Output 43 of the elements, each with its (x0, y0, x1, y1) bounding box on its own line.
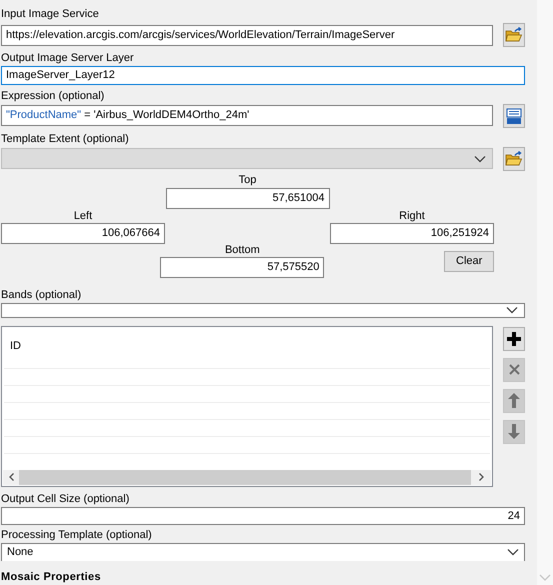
expression-field[interactable]: "ProductName" = 'Airbus_WorldDEM4Ortho_24m' (1, 105, 493, 126)
chevron-down-icon (507, 548, 519, 556)
bottom-field[interactable]: 57,575520 (160, 256, 324, 278)
chevron-down-icon (506, 306, 518, 314)
bands-dropdown[interactable] (1, 302, 525, 318)
scroll-down-icon (539, 574, 551, 582)
left-field[interactable]: 106,067664 (1, 222, 165, 244)
input-field[interactable]: ImageServer_Layer12 (1, 66, 525, 84)
right-label: Right (399, 210, 425, 222)
top-label: Top (238, 174, 256, 186)
sql-button[interactable] (503, 104, 525, 128)
input-field[interactable]: 24 (1, 506, 525, 525)
folder-icon (505, 27, 523, 43)
left-label: Left (74, 210, 92, 222)
clear-button[interactable]: Clear (444, 250, 494, 272)
browse-button[interactable] (503, 146, 525, 170)
band-item[interactable]: ID (10, 340, 21, 352)
scroll-right-icon (478, 473, 484, 481)
scroll-left-icon (8, 473, 14, 481)
add-button[interactable] (503, 326, 525, 350)
horizontal-scrollbar[interactable] (3, 470, 491, 484)
browse-button[interactable] (503, 23, 525, 47)
close-icon (508, 364, 520, 375)
field-label: Template Extent (optional) (1, 132, 130, 146)
bottom-label: Bottom (224, 244, 260, 256)
field-label: Processing Template (optional) (1, 529, 153, 542)
input-field[interactable]: https://elevation.arcgis.com/arcgis/services/WorldElevation/Terrain/ImageServer (1, 24, 493, 46)
template-dropdown[interactable]: None (1, 543, 525, 560)
sql-query-icon (506, 108, 522, 124)
field-label: Input Image Service (1, 8, 100, 21)
field-label: Output Image Server Layer (1, 52, 135, 65)
right-field[interactable]: 106,251924 (330, 222, 494, 244)
arrow-down-icon (508, 424, 520, 439)
field-label: Output Cell Size (optional) (1, 492, 130, 506)
plus-icon (507, 332, 521, 346)
section-title: Mosaic Properties (1, 570, 102, 584)
folder-icon (505, 150, 523, 166)
arrow-up-icon (508, 393, 520, 408)
field-label: Expression (optional) (1, 90, 106, 102)
chevron-down-icon (474, 154, 486, 162)
field-label: Bands (optional) (1, 288, 82, 302)
vertical-scrollbar[interactable] (537, 0, 553, 585)
top-field[interactable]: 57,651004 (166, 188, 330, 208)
